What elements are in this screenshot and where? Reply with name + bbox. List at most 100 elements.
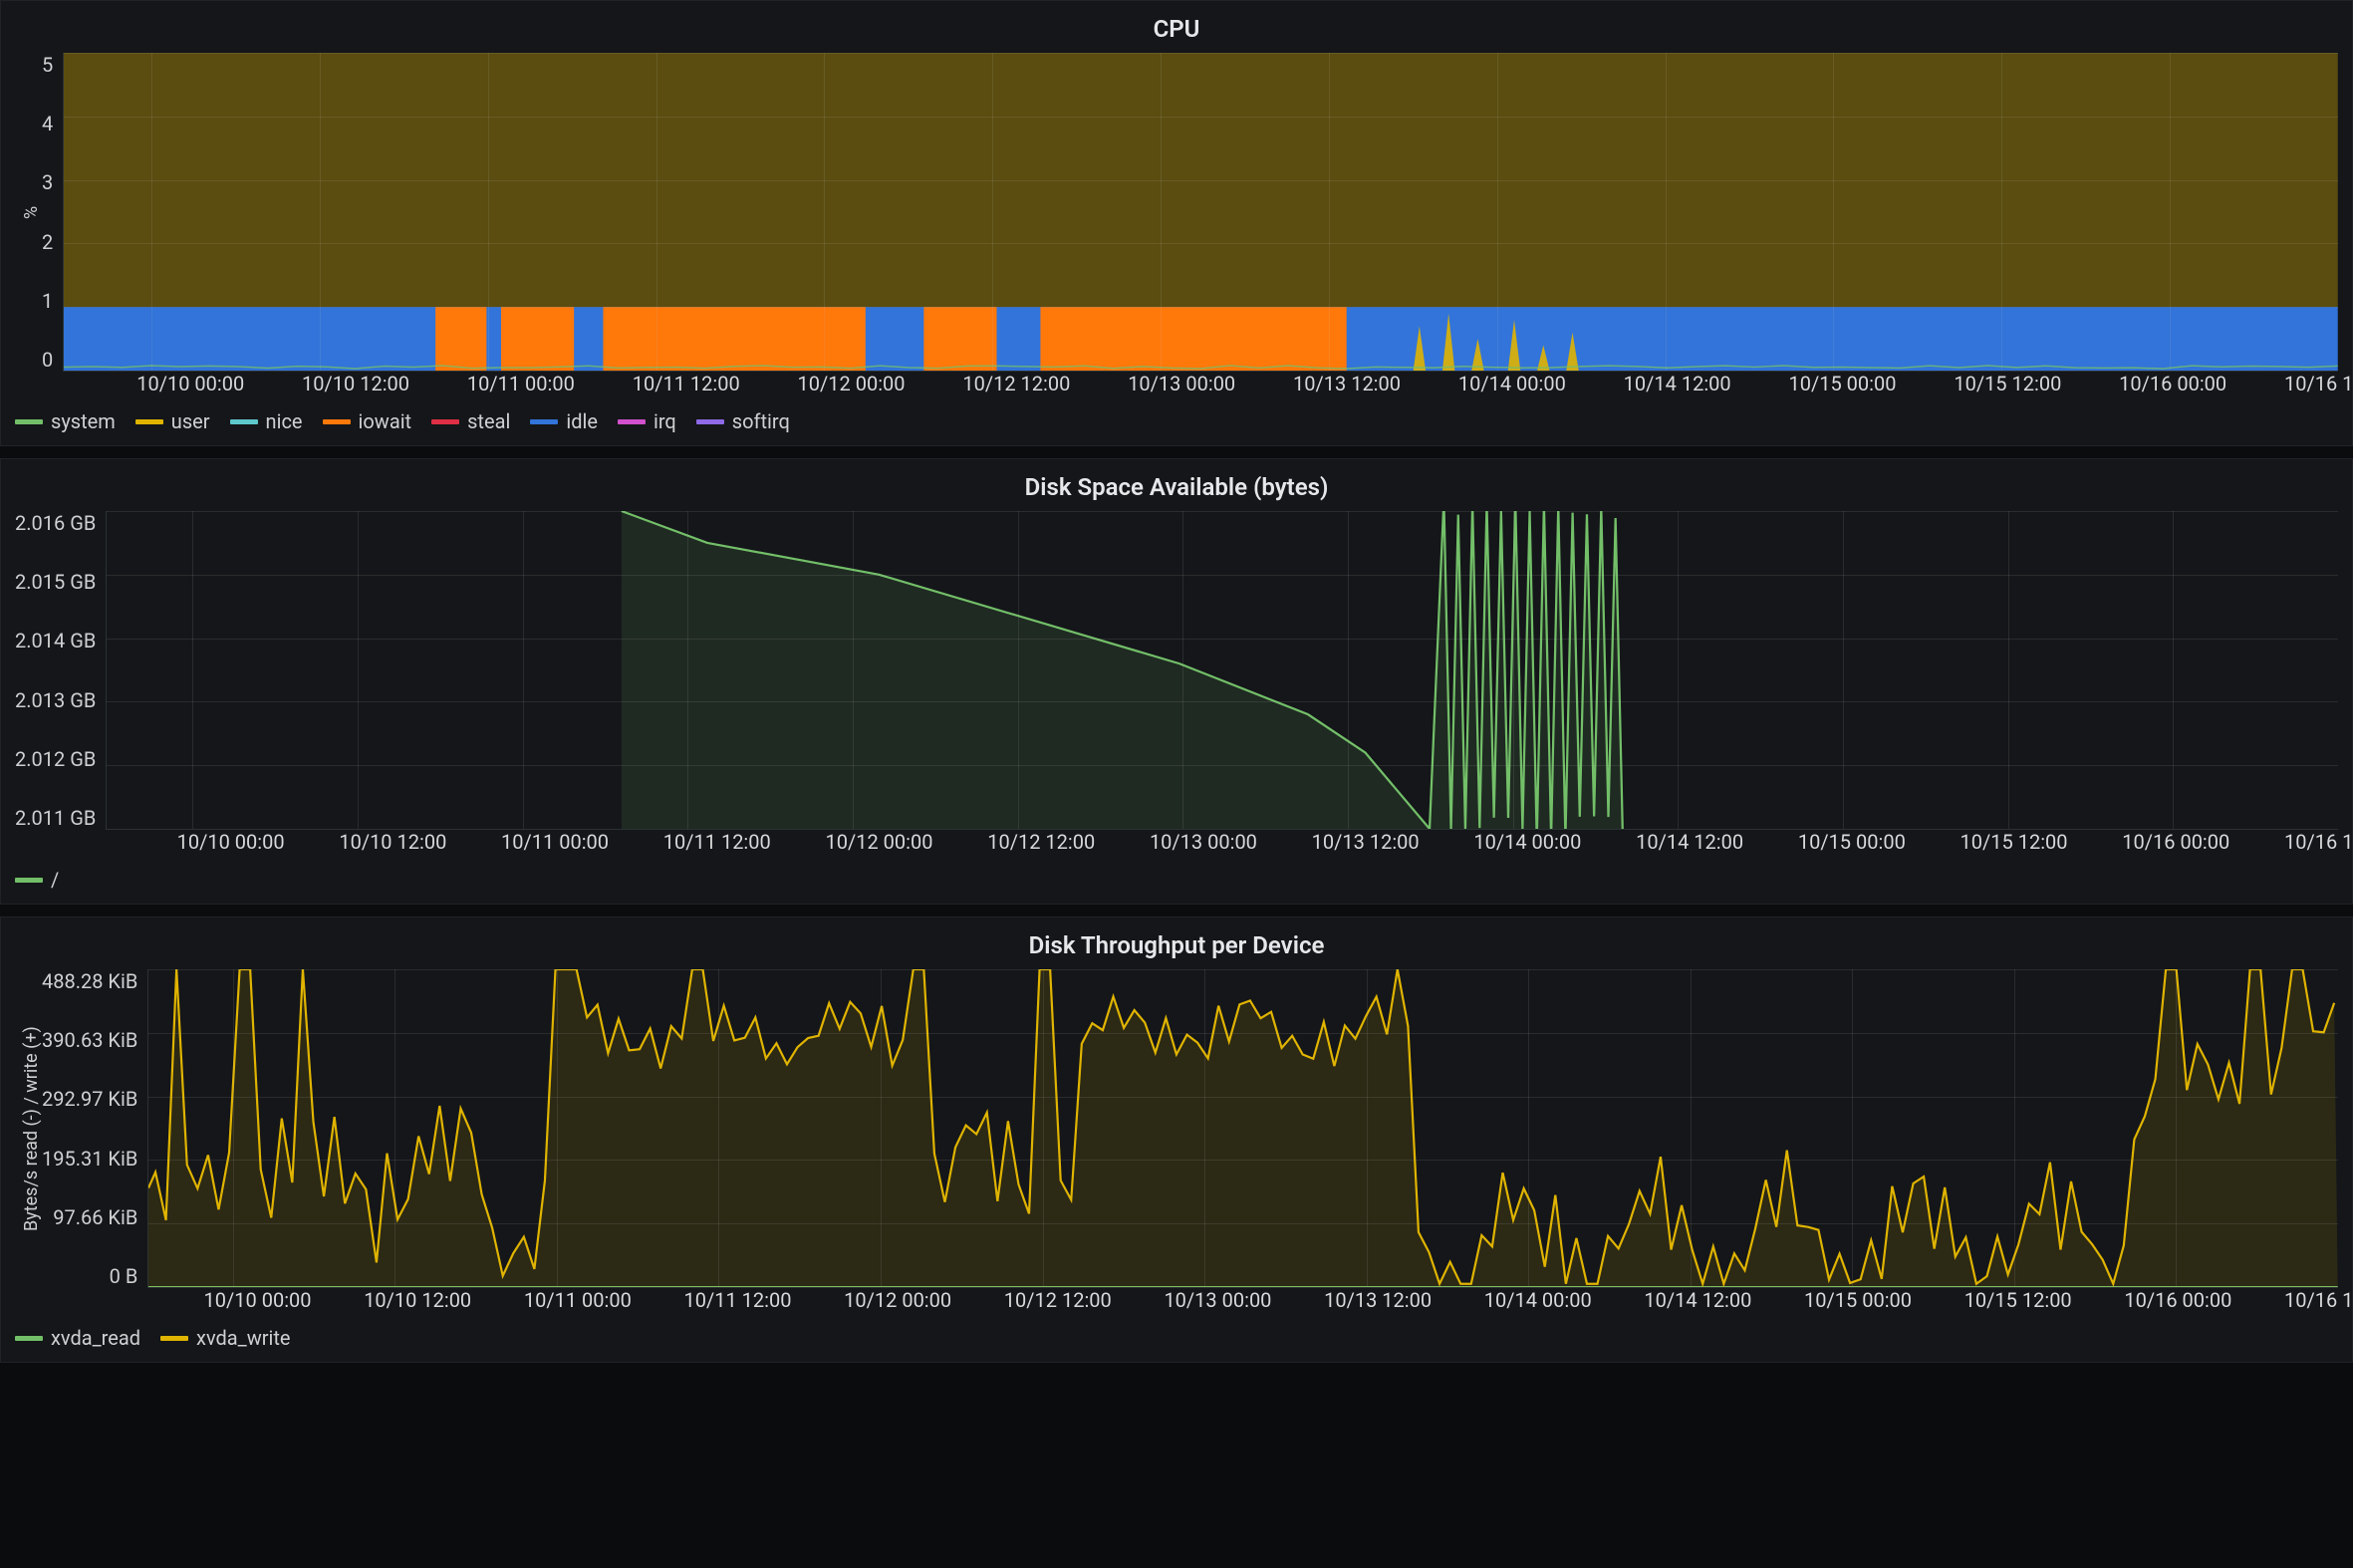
xtick-label: 10/16 00:00 bbox=[2119, 372, 2226, 395]
xtick-label: 10/14 00:00 bbox=[1484, 1288, 1592, 1312]
legend-label: xvda_read bbox=[51, 1326, 140, 1350]
yticks-disk-throughput: 488.28 KiB 390.63 KiB 292.97 KiB 195.31 KiB… bbox=[42, 969, 147, 1288]
xtick-label: 10/14 00:00 bbox=[1473, 830, 1581, 854]
legend-label: xvda_write bbox=[196, 1326, 290, 1350]
ytick-label: 2.015 GB bbox=[15, 570, 96, 594]
xtick-label: 10/15 00:00 bbox=[1798, 830, 1906, 854]
xtick-label: 10/15 00:00 bbox=[1804, 1288, 1912, 1312]
legend-cpu[interactable]: system user nice iowait steal idle irq softirq bbox=[15, 409, 2338, 433]
legend-item-xvda-read[interactable]: xvda_read bbox=[15, 1326, 140, 1350]
ytick-label: 0 bbox=[42, 348, 53, 372]
ytick-label: 0 B bbox=[110, 1264, 138, 1288]
xtick-label: 10/13 12:00 bbox=[1324, 1288, 1432, 1312]
legend-swatch bbox=[431, 419, 459, 424]
xtick-label: 10/14 00:00 bbox=[1458, 372, 1566, 395]
xtick-label: 10/12 12:00 bbox=[1004, 1288, 1112, 1312]
panel-title-cpu: CPU bbox=[15, 15, 2338, 43]
legend-item-irq[interactable]: irq bbox=[618, 409, 676, 433]
xtick-label: 10/12 12:00 bbox=[962, 372, 1070, 395]
xtick-label: 10/14 12:00 bbox=[1624, 372, 1731, 395]
ytick-label: 2.014 GB bbox=[15, 629, 96, 653]
yaxis-label-disk-throughput: Bytes/s read (-) / write (+) bbox=[15, 969, 42, 1288]
xtick-label: 10/11 00:00 bbox=[467, 372, 575, 395]
panel-title-disk-throughput: Disk Throughput per Device bbox=[15, 931, 2338, 959]
xtick-label: 10/11 12:00 bbox=[683, 1288, 791, 1312]
legend-swatch bbox=[230, 419, 258, 424]
xtick-label: 10/15 00:00 bbox=[1789, 372, 1897, 395]
dashboard: CPU % 543210 10/10 00:0010/10 12:0010/11… bbox=[0, 0, 2353, 1363]
legend-label: iowait bbox=[359, 409, 412, 433]
xtick-label: 10/13 00:00 bbox=[1128, 372, 1235, 395]
plot-area-cpu[interactable] bbox=[63, 53, 2338, 372]
legend-item-iowait[interactable]: iowait bbox=[323, 409, 412, 433]
xticks-disk-throughput: 10/10 00:00 10/10 12:00 10/11 00:00 10/11 1… bbox=[174, 1288, 2338, 1316]
ytick-label: 2 bbox=[42, 230, 53, 254]
legend-item-nice[interactable]: nice bbox=[230, 409, 303, 433]
xtick-label: 10/11 00:00 bbox=[524, 1288, 632, 1312]
legend-item--[interactable]: / bbox=[15, 868, 59, 892]
xtick-label: 10/15 12:00 bbox=[1964, 1288, 2072, 1312]
legend-swatch bbox=[618, 419, 646, 424]
ytick-label: 195.31 KiB bbox=[42, 1147, 137, 1171]
legend-item-user[interactable]: user bbox=[135, 409, 210, 433]
xtick-label: 10/16 00:00 bbox=[2124, 1288, 2231, 1312]
ytick-label: 5 bbox=[42, 53, 53, 77]
panel-disk-space[interactable]: Disk Space Available (bytes) 2.016 GB 2.0… bbox=[0, 458, 2353, 905]
ytick-label: 488.28 KiB bbox=[42, 969, 137, 993]
xtick-label: 10/11 12:00 bbox=[663, 830, 771, 854]
xticks-cpu: 10/10 00:00 10/10 12:00 10/11 00:00 10/11 1… bbox=[105, 372, 2338, 399]
ytick-label: 390.63 KiB bbox=[42, 1028, 137, 1052]
plot-area-disk-space[interactable] bbox=[106, 511, 2338, 830]
legend-label: idle bbox=[566, 409, 598, 433]
legend-label: system bbox=[51, 409, 116, 433]
panel-cpu[interactable]: CPU % 543210 10/10 00:0010/10 12:0010/11… bbox=[0, 0, 2353, 446]
xtick-label: 10/13 00:00 bbox=[1164, 1288, 1271, 1312]
xtick-label: 10/10 00:00 bbox=[136, 372, 244, 395]
xtick-label: 10/11 00:00 bbox=[501, 830, 609, 854]
xtick-label: 10/16 12:00 bbox=[2284, 830, 2353, 854]
xtick-label: 10/15 12:00 bbox=[1954, 372, 2061, 395]
xtick-label: 10/10 12:00 bbox=[302, 372, 409, 395]
legend-swatch bbox=[696, 419, 724, 424]
xtick-label: 10/10 00:00 bbox=[204, 1288, 312, 1312]
legend-item-xvda-write[interactable]: xvda_write bbox=[160, 1326, 290, 1350]
legend-disk-throughput[interactable]: xvda_read xvda_write bbox=[15, 1326, 2338, 1350]
xtick-label: 10/12 00:00 bbox=[844, 1288, 951, 1312]
legend-label: irq bbox=[654, 409, 676, 433]
legend-swatch bbox=[15, 878, 43, 883]
legend-label: steal bbox=[467, 409, 510, 433]
xtick-label: 10/16 12:00 bbox=[2284, 1288, 2353, 1312]
xtick-label: 10/13 12:00 bbox=[1312, 830, 1420, 854]
legend-swatch bbox=[160, 1336, 188, 1341]
xtick-label: 10/11 12:00 bbox=[633, 372, 740, 395]
xtick-label: 10/14 12:00 bbox=[1644, 1288, 1751, 1312]
legend-label: user bbox=[171, 409, 210, 433]
legend-disk-space[interactable]: / bbox=[15, 868, 2338, 892]
xtick-label: 10/13 00:00 bbox=[1150, 830, 1257, 854]
legend-item-system[interactable]: system bbox=[15, 409, 116, 433]
legend-label: / bbox=[51, 868, 59, 892]
legend-item-idle[interactable]: idle bbox=[530, 409, 598, 433]
legend-swatch bbox=[530, 419, 558, 424]
ytick-label: 2.013 GB bbox=[15, 688, 96, 712]
panel-title-disk-space: Disk Space Available (bytes) bbox=[15, 473, 2338, 501]
panel-disk-throughput[interactable]: Disk Throughput per Device Bytes/s read … bbox=[0, 916, 2353, 1363]
legend-swatch bbox=[135, 419, 163, 424]
xtick-label: 10/12 00:00 bbox=[826, 830, 933, 854]
yaxis-label-cpu: % bbox=[15, 53, 42, 372]
xtick-label: 10/12 12:00 bbox=[987, 830, 1095, 854]
xtick-label: 10/10 12:00 bbox=[364, 1288, 471, 1312]
ytick-label: 3 bbox=[42, 170, 53, 194]
legend-item-steal[interactable]: steal bbox=[431, 409, 510, 433]
legend-swatch bbox=[323, 419, 351, 424]
legend-swatch bbox=[15, 1336, 43, 1341]
ytick-label: 2.012 GB bbox=[15, 747, 96, 771]
xticks-disk-space: 10/10 00:0010/10 12:0010/11 00:0010/11 1… bbox=[146, 830, 2338, 858]
xtick-label: 10/13 12:00 bbox=[1293, 372, 1401, 395]
ytick-label: 2.016 GB bbox=[15, 511, 96, 535]
ytick-label: 292.97 KiB bbox=[42, 1087, 137, 1111]
xtick-label: 10/10 00:00 bbox=[177, 830, 285, 854]
legend-item-softirq[interactable]: softirq bbox=[696, 409, 790, 433]
plot-area-disk-throughput[interactable] bbox=[147, 969, 2338, 1288]
ytick-label: 2.011 GB bbox=[15, 806, 96, 830]
